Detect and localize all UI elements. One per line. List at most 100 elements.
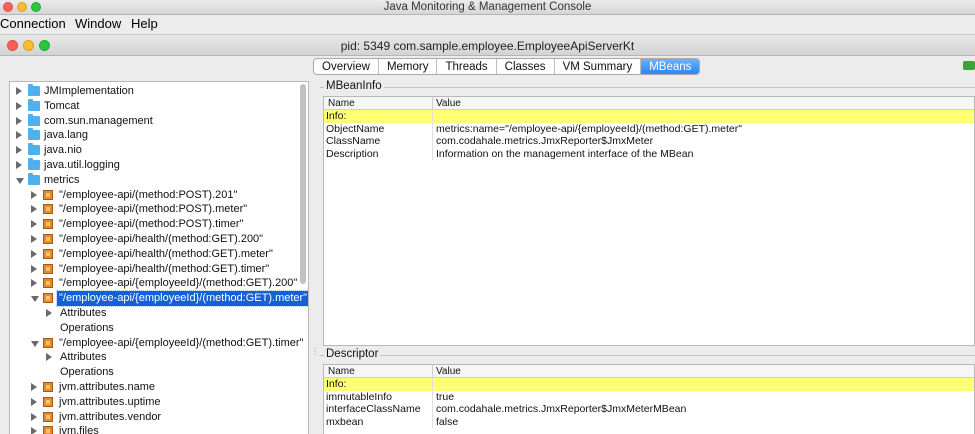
tree-node[interactable]: "/employee-api/(method:POST).timer" bbox=[10, 217, 300, 232]
mbeaninfo-col-value[interactable]: Value bbox=[432, 97, 461, 110]
tree-node[interactable]: jvm.attributes.vendor bbox=[10, 410, 300, 425]
disclosure-closed-icon[interactable] bbox=[46, 309, 52, 317]
disclosure-closed-icon[interactable] bbox=[16, 87, 22, 95]
tab-classes[interactable]: Classes bbox=[497, 59, 555, 74]
tree-node-label: Operations bbox=[60, 321, 114, 334]
mbeaninfo-col-name[interactable]: Name bbox=[328, 97, 355, 110]
disclosure-closed-icon[interactable] bbox=[16, 146, 22, 155]
descriptor-col-name[interactable]: Name bbox=[328, 365, 355, 378]
tree-node[interactable]: Operations bbox=[10, 321, 300, 336]
tree-node[interactable]: Attributes bbox=[10, 306, 300, 321]
table-row[interactable]: Description Information on the management… bbox=[324, 147, 974, 160]
tree-node-label: java.lang bbox=[44, 129, 89, 142]
disclosure-open-icon[interactable] bbox=[16, 177, 24, 184]
table-row[interactable]: Info: bbox=[324, 378, 974, 391]
tab-memory[interactable]: Memory bbox=[379, 59, 438, 74]
tree-node[interactable]: com.sun.management bbox=[10, 113, 300, 129]
descriptor-title: Descriptor bbox=[324, 348, 381, 360]
descriptor-col-value[interactable]: Value bbox=[432, 365, 461, 378]
bean-icon bbox=[43, 278, 53, 289]
tree-node-label: Attributes bbox=[60, 307, 107, 319]
tree-node[interactable]: "/employee-api/health/(method:GET).meter… bbox=[10, 247, 300, 262]
table-cell-value: true bbox=[432, 390, 454, 403]
mbeaninfo-group: MBeanInfo Name Value Info: ObjectName metr… bbox=[320, 80, 975, 346]
disclosure-closed-icon[interactable] bbox=[46, 353, 52, 362]
tree-scrollbar[interactable] bbox=[300, 84, 306, 284]
disclosure-closed-icon[interactable] bbox=[31, 205, 37, 214]
table-cell-name: Info: bbox=[326, 110, 347, 122]
tree-node[interactable]: "/employee-api/health/(method:GET).timer… bbox=[10, 262, 300, 277]
mbean-tree[interactable]: JMImplementation Tomcat com.sun.management… bbox=[9, 81, 309, 434]
folder-icon bbox=[28, 84, 40, 96]
tree-node-label: JMImplementation bbox=[44, 85, 134, 97]
app-titlebar: Java Monitoring & Management Console bbox=[0, 0, 975, 15]
disclosure-closed-icon[interactable] bbox=[31, 397, 37, 406]
disclosure-closed-icon[interactable] bbox=[31, 264, 37, 273]
tree-node-label: "/employee-api/{employeeId}/(method:GET)… bbox=[55, 290, 308, 308]
menu-help[interactable]: Help bbox=[131, 16, 158, 31]
descriptor-table[interactable]: Name Value Info: immutableInfo true interfa… bbox=[323, 364, 975, 434]
tree-node[interactable]: jvm.attributes.name bbox=[10, 380, 300, 395]
tree-node[interactable]: "/employee-api/(method:POST).meter" bbox=[10, 202, 300, 217]
disclosure-closed-icon[interactable] bbox=[16, 131, 22, 140]
menu-window[interactable]: Window bbox=[75, 16, 121, 31]
table-row[interactable]: ObjectName metrics:name="/employee-api/{e… bbox=[324, 122, 974, 135]
tree-node[interactable]: "/employee-api/{employeeId}/(method:GET)… bbox=[10, 290, 308, 308]
menu-connection[interactable]: Connection bbox=[0, 16, 66, 31]
table-row[interactable]: mxbean false bbox=[324, 415, 974, 428]
tab-overview[interactable]: Overview bbox=[314, 59, 379, 74]
split-pane-handle[interactable]: ⋮ bbox=[311, 347, 319, 356]
disclosure-closed-icon[interactable] bbox=[31, 235, 37, 243]
disclosure-open-icon[interactable] bbox=[31, 296, 39, 303]
table-cell-name: Description bbox=[326, 147, 379, 160]
tree-node[interactable]: Operations bbox=[10, 365, 300, 380]
bean-icon bbox=[43, 234, 53, 244]
disclosure-closed-icon[interactable] bbox=[16, 161, 22, 169]
tree-node[interactable]: jvm.files bbox=[10, 424, 300, 434]
tab-mbeans[interactable]: MBeans bbox=[641, 59, 700, 74]
tree-node[interactable]: java.nio bbox=[10, 143, 300, 158]
tab-threads[interactable]: Threads bbox=[437, 59, 497, 74]
disclosure-open-icon[interactable] bbox=[31, 340, 39, 347]
connection-plug-icon[interactable] bbox=[963, 61, 975, 70]
tree-node-label: "/employee-api/(method:POST).timer" bbox=[59, 218, 244, 231]
tree-node-label: "/employee-api/{employeeId}/(method:GET)… bbox=[59, 277, 298, 290]
folder-icon bbox=[28, 172, 40, 185]
disclosure-closed-icon[interactable] bbox=[16, 116, 22, 125]
table-cell-value: Information on the management interface … bbox=[432, 147, 693, 160]
disclosure-closed-icon[interactable] bbox=[31, 279, 37, 288]
table-row[interactable]: ClassName com.codahale.metrics.JmxReporte… bbox=[324, 135, 974, 148]
tree-node[interactable]: java.util.logging bbox=[10, 158, 300, 173]
disclosure-closed-icon[interactable] bbox=[31, 190, 37, 199]
tree-node[interactable]: JMImplementation bbox=[10, 84, 300, 99]
mbeaninfo-table[interactable]: Name Value Info: ObjectName metrics:name="… bbox=[323, 96, 975, 346]
descriptor-table-header: Name Value bbox=[324, 365, 974, 378]
table-cell-value: false bbox=[432, 415, 458, 428]
tree-node[interactable]: "/employee-api/health/(method:GET).200" bbox=[10, 232, 300, 247]
tab-vm-summary[interactable]: VM Summary bbox=[555, 59, 642, 74]
disclosure-closed-icon[interactable] bbox=[31, 383, 37, 391]
tree-node[interactable]: jvm.attributes.uptime bbox=[10, 395, 300, 410]
tree-node[interactable]: "/employee-api/{employeeId}/(method:GET)… bbox=[10, 336, 303, 351]
tree-node[interactable]: Tomcat bbox=[10, 98, 300, 114]
disclosure-closed-icon[interactable] bbox=[31, 412, 37, 421]
tree-node[interactable]: "/employee-api/(method:POST).201" bbox=[10, 188, 300, 203]
tree-node-label: Tomcat bbox=[44, 99, 80, 112]
disclosure-closed-icon[interactable] bbox=[31, 220, 37, 229]
app-title: Java Monitoring & Management Console bbox=[383, 1, 592, 13]
bean-icon bbox=[43, 396, 53, 407]
table-row[interactable]: interfaceClassName com.codahale.metrics.J… bbox=[324, 403, 974, 416]
tree-node[interactable]: metrics bbox=[10, 172, 300, 188]
bean-icon bbox=[43, 263, 53, 274]
folder-icon bbox=[28, 98, 40, 111]
connection-window-title: pid: 5349 com.sample.employee.EmployeeAp… bbox=[340, 39, 635, 53]
disclosure-closed-icon[interactable] bbox=[31, 427, 37, 434]
tree-node-label: "/employee-api/health/(method:GET).timer… bbox=[59, 262, 270, 275]
tree-node[interactable]: java.lang bbox=[10, 128, 300, 143]
table-row[interactable]: immutableInfo true bbox=[324, 390, 974, 403]
disclosure-closed-icon[interactable] bbox=[31, 249, 37, 258]
disclosure-closed-icon[interactable] bbox=[16, 101, 22, 110]
tree-node[interactable]: "/employee-api/{employeeId}/(method:GET)… bbox=[10, 276, 300, 291]
table-row[interactable]: Info: bbox=[324, 110, 974, 123]
tree-node[interactable]: Attributes bbox=[10, 350, 300, 365]
